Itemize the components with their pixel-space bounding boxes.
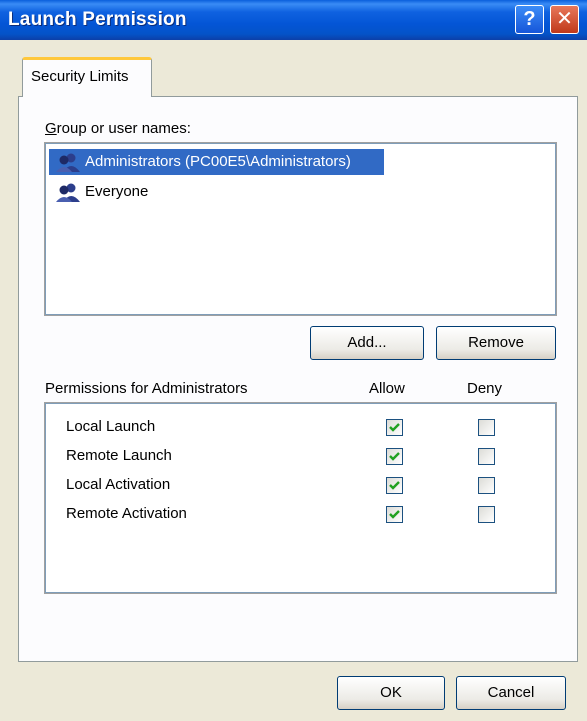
group-user-names-label-text: roup or user names: (56, 120, 191, 137)
deny-column-header: Deny (467, 380, 503, 397)
launch-permission-dialog: Launch Permission ? ✕ Security Limits Gr… (0, 0, 587, 721)
allow-checkbox[interactable] (386, 419, 403, 436)
deny-checkbox[interactable] (478, 477, 495, 494)
permission-row: Local Launch (46, 414, 555, 442)
cancel-button[interactable]: Cancel (456, 676, 566, 710)
users-group-icon (56, 183, 80, 202)
allow-column-header: Allow (369, 380, 405, 397)
deny-checkbox[interactable] (478, 448, 495, 465)
list-item[interactable]: Administrators (PC00E5\Administrators) (49, 149, 384, 175)
user-name: Administrators (PC00E5\Administrators) (85, 153, 351, 170)
check-icon (389, 423, 400, 432)
check-icon (389, 452, 400, 461)
list-item[interactable]: Everyone (49, 179, 384, 205)
ok-button-label: OK (380, 684, 402, 701)
allow-checkbox[interactable] (386, 506, 403, 523)
user-list[interactable]: Administrators (PC00E5\Administrators) E… (44, 142, 557, 316)
group-user-names-label: Group or user names: (45, 120, 191, 137)
allow-checkbox[interactable] (386, 477, 403, 494)
add-button[interactable]: Add... (310, 326, 424, 360)
cancel-button-label: Cancel (487, 684, 535, 701)
window-title: Launch Permission (8, 9, 187, 30)
add-button-label: Add... (347, 334, 387, 351)
users-group-icon (56, 153, 80, 172)
help-button[interactable]: ? (515, 5, 544, 34)
permissions-label: Permissions for Administrators (45, 380, 248, 397)
group-user-names-label-accel: G (45, 120, 57, 137)
user-name: Everyone (85, 183, 149, 200)
remove-button-label: Remove (468, 334, 524, 351)
check-icon (389, 510, 400, 519)
permission-name: Remote Activation (66, 505, 187, 522)
close-icon: ✕ (556, 8, 573, 30)
permissions-list: Local Launch Remote Launch Local Activat… (44, 402, 557, 594)
tab-security-limits[interactable]: Security Limits (22, 57, 152, 97)
permission-name: Remote Launch (66, 447, 172, 464)
remove-button[interactable]: Remove (436, 326, 556, 360)
deny-checkbox[interactable] (478, 419, 495, 436)
permission-row: Remote Activation (46, 501, 555, 529)
permission-name: Local Activation (66, 476, 171, 493)
deny-checkbox[interactable] (478, 506, 495, 523)
help-icon: ? (523, 8, 536, 30)
check-icon (389, 481, 400, 490)
permission-name: Local Launch (66, 418, 156, 435)
tab-label: Security Limits (31, 68, 129, 85)
allow-checkbox[interactable] (386, 448, 403, 465)
permission-row: Remote Launch (46, 443, 555, 471)
permission-row: Local Activation (46, 472, 555, 500)
close-button[interactable]: ✕ (550, 5, 579, 34)
title-bar[interactable]: Launch Permission ? ✕ (0, 0, 587, 40)
ok-button[interactable]: OK (337, 676, 445, 710)
